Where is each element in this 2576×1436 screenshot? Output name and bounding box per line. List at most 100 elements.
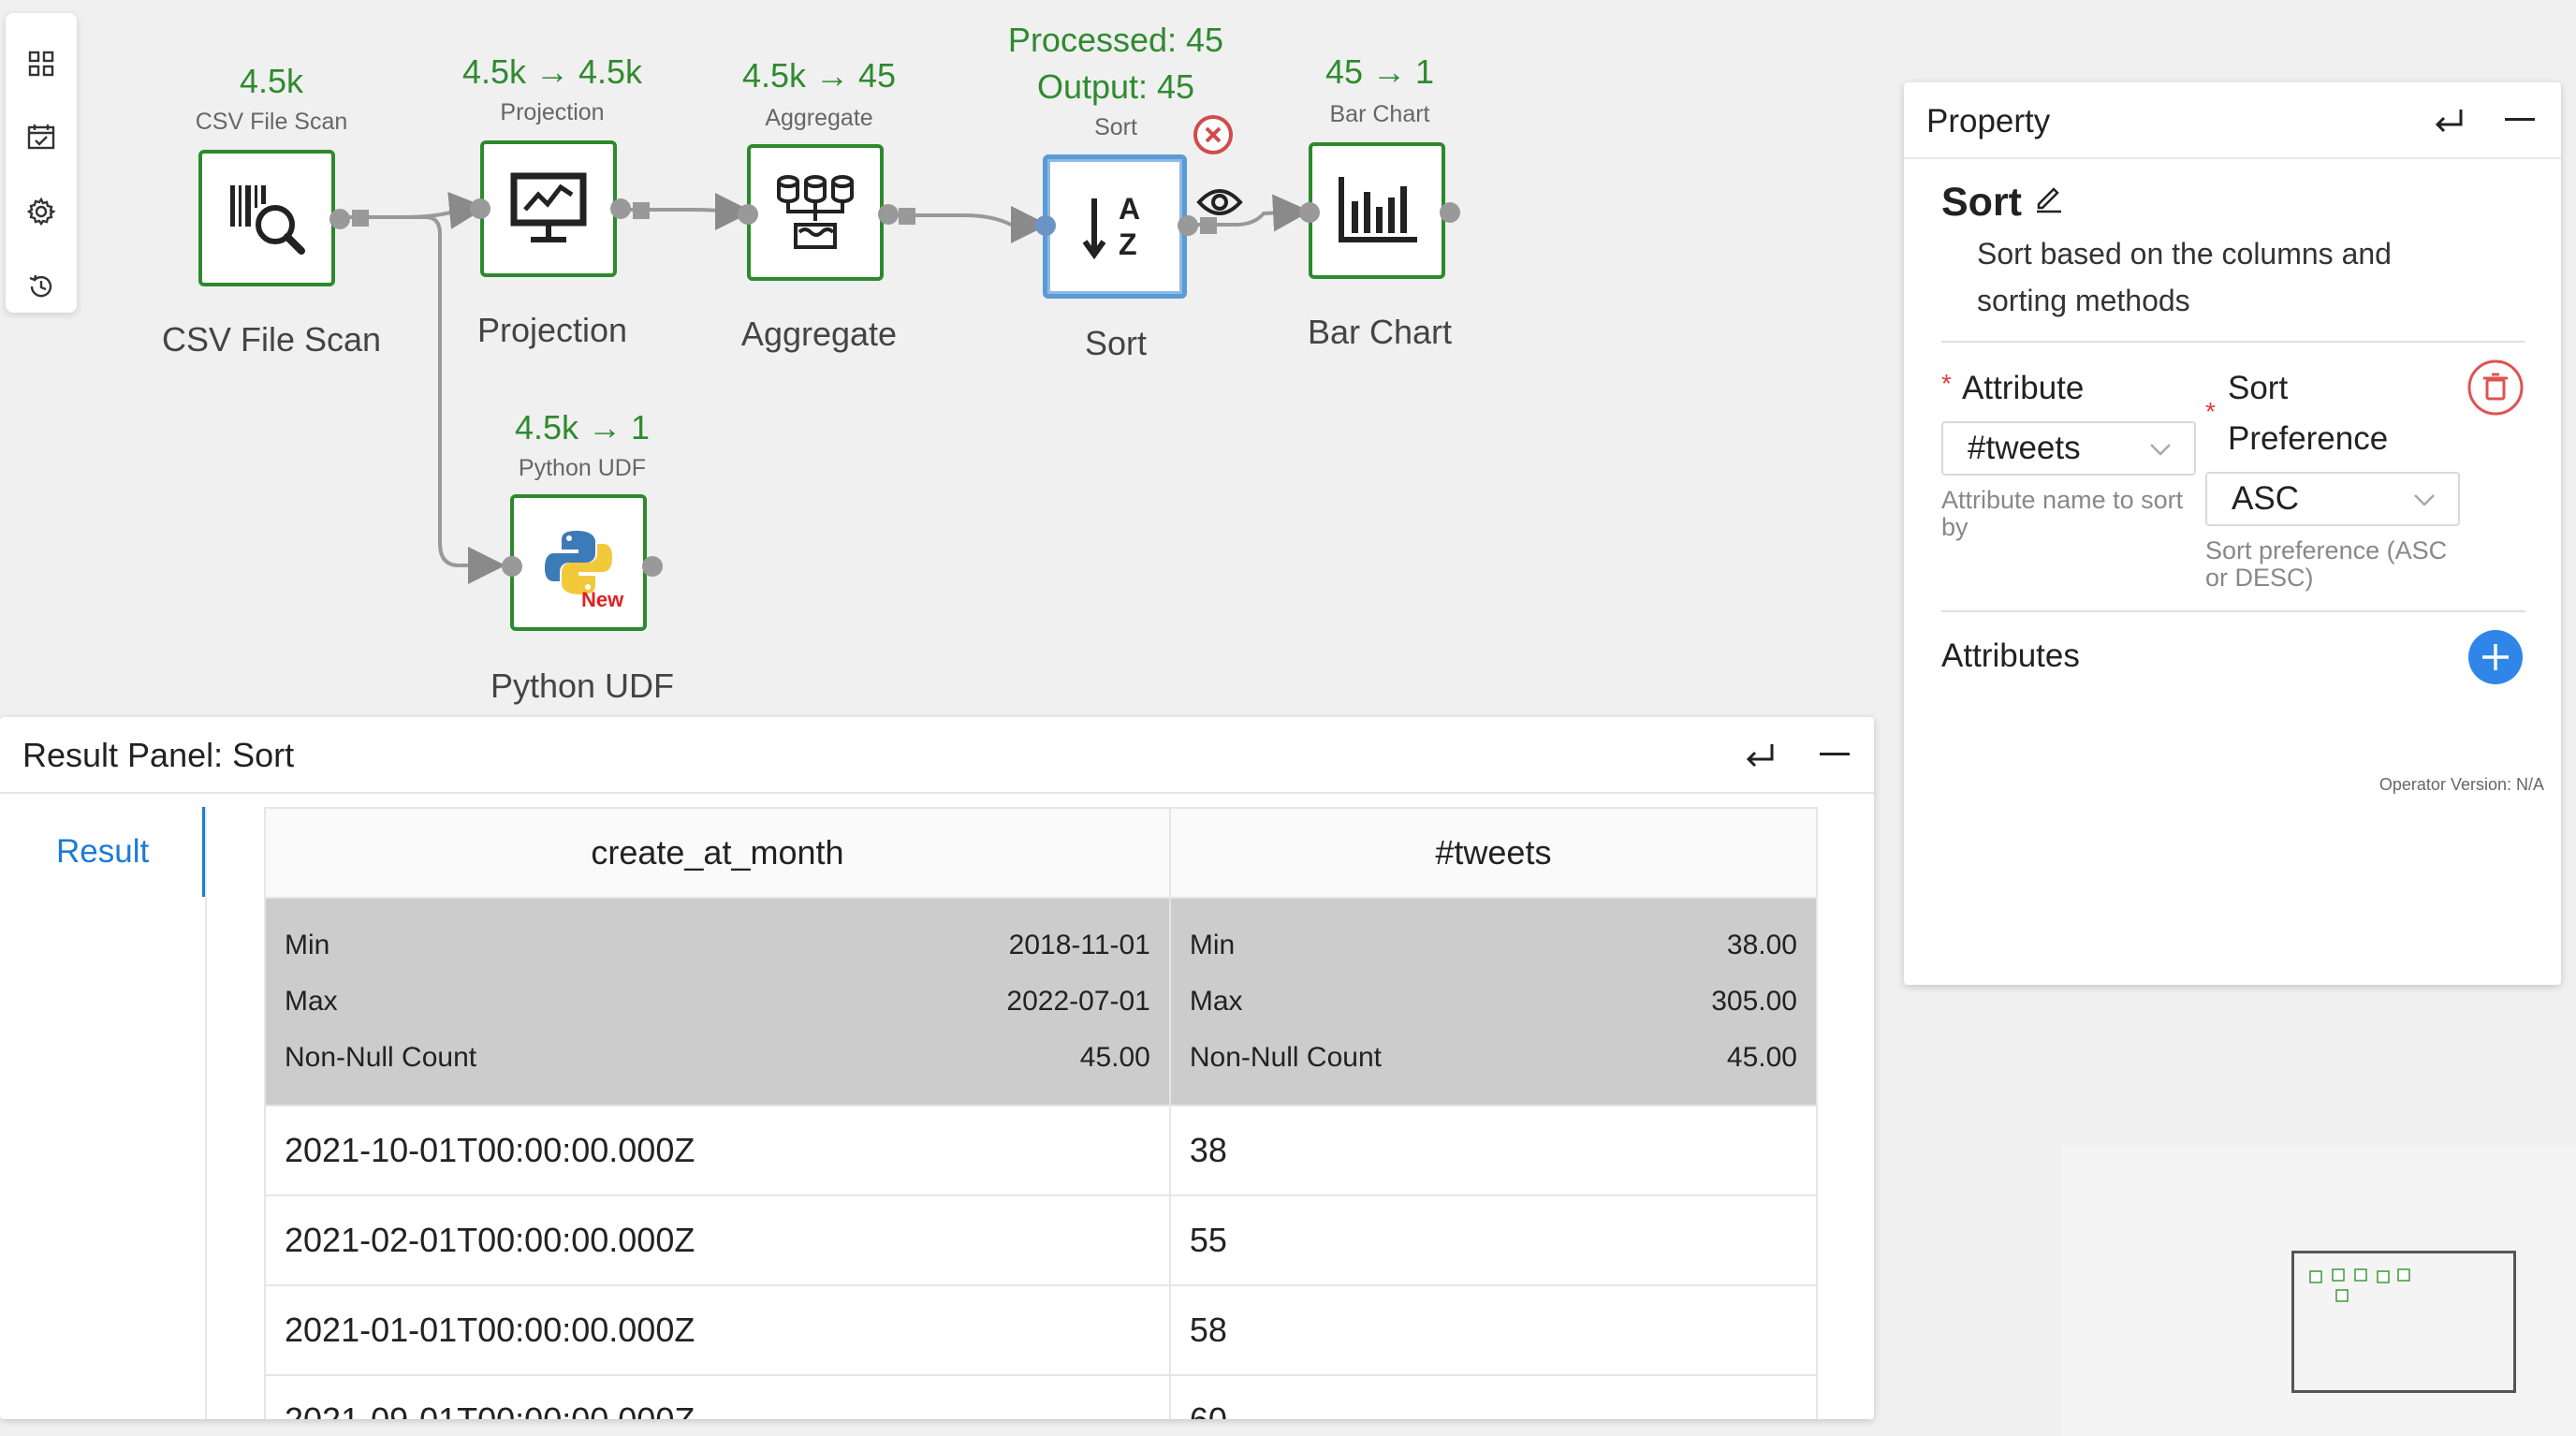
operator-description: Sort based on the columns and sorting me… (1977, 237, 2392, 317)
sort-input-port[interactable] (1035, 215, 1056, 236)
csv-scan-stat: 4.5k (239, 62, 304, 100)
table-row[interactable]: 2021-01-01T00:00:00.000Z 58 (264, 1284, 1819, 1376)
edit-pencil-icon[interactable] (2031, 180, 2069, 217)
table-cell: 38 (1168, 1105, 1819, 1196)
return-icon[interactable] (2428, 99, 2469, 140)
stat-label: Min (1189, 930, 1236, 960)
stat-label: Max (1189, 986, 1243, 1017)
view-result-eye-icon[interactable] (1196, 185, 1243, 219)
stats-cell-tweets: Min 38.00 Max 305.00 Non-Null Count 45.00 (1168, 897, 1819, 1106)
csv-scan-name: CSV File Scan (161, 320, 382, 359)
database-aggregate-icon (777, 175, 854, 249)
delete-icon[interactable] (2467, 359, 2524, 416)
operator-csv-file-scan[interactable] (198, 150, 335, 286)
csv-output-port[interactable] (329, 209, 350, 229)
table-cell: 55 (1168, 1194, 1819, 1286)
sort-preference-value: ASC (2232, 480, 2299, 517)
aggregate-stat: 4.5k → 45 (741, 56, 897, 95)
minimize-icon[interactable] (2499, 99, 2540, 140)
barchart-name: Bar Chart (1307, 313, 1453, 351)
presentation-chart-icon (510, 172, 587, 242)
projection-name: Projection (476, 311, 628, 349)
stats-row: Min 2018-11-01 Max 2022-07-01 Non-Null Cou… (264, 897, 1819, 1106)
operator-bar-chart[interactable] (1309, 142, 1445, 279)
attribute-select[interactable]: #tweets (1941, 421, 2196, 476)
pythonudf-stat: 4.5k → 1 (514, 408, 651, 447)
sort-name: Sort (1084, 324, 1148, 362)
aggregate-input-port[interactable] (738, 204, 758, 225)
error-icon[interactable] (1193, 114, 1234, 155)
divider (1941, 341, 2525, 343)
stat-value: 45.00 (1079, 1042, 1150, 1073)
bar-chart-icon (1339, 177, 1417, 242)
projection-input-port[interactable] (470, 198, 490, 219)
column-header[interactable]: #tweets (1168, 807, 1819, 899)
result-panel-title: Result Panel: Sort (22, 736, 295, 774)
aggregate-name: Aggregate (740, 315, 898, 353)
stat-label: Non-Null Count (1189, 1042, 1382, 1073)
table-row[interactable]: 2021-02-01T00:00:00.000Z 55 (264, 1194, 1819, 1286)
table-cell: 2021-09-01T00:00:00.000Z (264, 1374, 1171, 1419)
operator-sort[interactable]: A Z (1043, 154, 1187, 299)
stat-value: 305.00 (1711, 986, 1797, 1017)
sort-output-stat: Output: 45 (1036, 67, 1195, 106)
svg-text:Z: Z (1119, 227, 1137, 261)
sort-output-port[interactable] (1178, 215, 1198, 236)
aggregate-type: Aggregate (765, 105, 873, 131)
operator-projection[interactable] (480, 140, 617, 277)
stat-label: Max (285, 986, 338, 1017)
property-panel-title: Property (1926, 103, 2051, 139)
barchart-type: Bar Chart (1329, 101, 1430, 127)
table-cell: 60 (1168, 1374, 1819, 1419)
sort-preference-label: Sort Preference (2228, 370, 2389, 457)
chevron-down-icon (2150, 444, 2171, 456)
attributes-label: Attributes (1941, 637, 2080, 674)
divider (1941, 610, 2525, 612)
table-cell: 2021-10-01T00:00:00.000Z (264, 1105, 1171, 1196)
stat-label: Non-Null Count (285, 1042, 477, 1073)
operator-aggregate[interactable] (747, 144, 884, 281)
minimap-viewport[interactable] (2291, 1251, 2516, 1393)
pythonudf-output-port[interactable] (642, 556, 663, 577)
chevron-down-icon (2414, 494, 2435, 506)
pythonudf-input-port[interactable] (502, 556, 522, 577)
result-table: create_at_month #tweets Min 2018-11-01 Ma… (264, 807, 1819, 1419)
barchart-output-port[interactable] (1440, 202, 1460, 223)
sort-processed-stat: Processed: 45 (1007, 21, 1224, 59)
operator-title: Sort (1941, 180, 2022, 225)
stat-value: 45.00 (1726, 1042, 1797, 1073)
operator-python-udf[interactable]: New (510, 494, 647, 631)
projection-output-port[interactable] (610, 198, 631, 219)
sort-type: Sort (1094, 114, 1137, 140)
table-row[interactable]: 2021-09-01T00:00:00.000Z 60 (264, 1374, 1819, 1419)
table-cell: 58 (1168, 1284, 1819, 1376)
required-marker: * (1941, 369, 1952, 398)
minimize-icon[interactable] (1814, 734, 1855, 775)
property-panel: Property Sort Sort based on the columns … (1904, 82, 2561, 985)
operator-version: Operator Version: N/A (2378, 775, 2544, 794)
stat-value: 2018-11-01 (1008, 930, 1150, 960)
sort-preference-help-text: Sort preference (ASC or DESC) (2205, 536, 2448, 592)
stat-value: 38.00 (1726, 930, 1797, 960)
add-attribute-plus-icon[interactable] (2467, 629, 2524, 685)
attribute-label: Attribute (1962, 370, 2085, 406)
sort-preference-select[interactable]: ASC (2205, 472, 2460, 526)
stat-label: Min (285, 930, 330, 960)
svg-text:A: A (1119, 192, 1140, 226)
tab-divider (205, 807, 207, 1419)
aggregate-output-port[interactable] (878, 204, 899, 225)
barchart-stat: 45 → 1 (1325, 52, 1435, 91)
pythonudf-type: Python UDF (518, 455, 647, 481)
return-icon[interactable] (1739, 734, 1780, 775)
stat-value: 2022-07-01 (1006, 986, 1150, 1017)
divider (1904, 157, 2561, 159)
barcode-search-icon (230, 185, 305, 255)
barchart-input-port[interactable] (1299, 202, 1320, 223)
column-header[interactable]: create_at_month (264, 807, 1171, 899)
table-row[interactable]: 2021-10-01T00:00:00.000Z 38 (264, 1105, 1819, 1196)
table-cell: 2021-02-01T00:00:00.000Z (264, 1194, 1171, 1286)
projection-stat: 4.5k → 4.5k (461, 52, 643, 91)
tab-result[interactable]: Result (56, 833, 149, 871)
attribute-help-text: Attribute name to sort by (1941, 486, 2184, 541)
new-badge: New (581, 588, 624, 611)
